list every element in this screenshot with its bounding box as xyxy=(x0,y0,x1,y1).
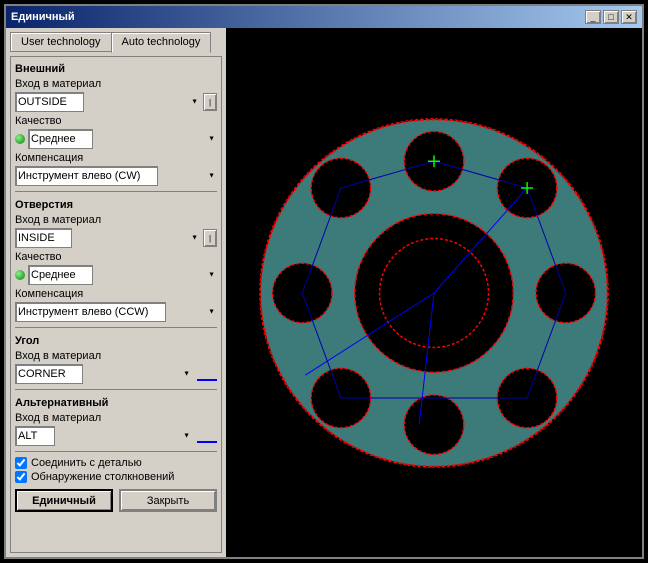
divider-4 xyxy=(15,451,217,452)
collision-checkbox[interactable] xyxy=(15,471,27,483)
holes-quality-indicator xyxy=(15,270,25,280)
holes-entry-label: Вход в материал xyxy=(15,214,217,226)
window-title: Единичный xyxy=(11,11,75,23)
holes-compensation-label: Компенсация xyxy=(15,288,217,300)
corner-line-indicator xyxy=(197,367,217,381)
alt-entry-label: Вход в материал xyxy=(15,412,217,424)
holes-entry-row: INSIDE | xyxy=(15,228,217,248)
external-entry-dropdown[interactable]: OUTSIDE xyxy=(15,92,84,112)
holes-quality-wrapper: Среднее xyxy=(28,265,217,285)
maximize-button[interactable]: □ xyxy=(603,10,619,24)
external-quality-dropdown[interactable]: Среднее xyxy=(28,129,93,149)
external-entry-wrapper: OUTSIDE xyxy=(15,92,200,112)
corner-header: Угол xyxy=(15,335,217,347)
external-quality-label: Качество xyxy=(15,115,217,127)
holes-entry-dropdown[interactable]: INSIDE xyxy=(15,228,72,248)
close-button[interactable]: Закрыть xyxy=(119,489,217,512)
panel-content: Внешний Вход в материал OUTSIDE | Качест… xyxy=(10,56,222,553)
external-compensation-dropdown[interactable]: Инструмент влево (CW) xyxy=(15,166,158,186)
tab-user-technology[interactable]: User technology xyxy=(10,32,111,52)
holes-entry-side-btn[interactable]: | xyxy=(203,229,217,247)
external-quality-row: Среднее xyxy=(15,129,217,149)
holes-compensation-row: Инструмент влево (CCW) xyxy=(15,302,217,322)
external-compensation-wrapper: Инструмент влево (CW) xyxy=(15,166,217,186)
alt-header: Альтернативный xyxy=(15,397,217,409)
holes-quality-dropdown[interactable]: Среднее xyxy=(28,265,93,285)
external-entry-label: Вход в материал xyxy=(15,78,217,90)
left-panel: User technology Auto technology Внешний … xyxy=(6,28,226,557)
alt-entry-row: ALT xyxy=(15,426,217,446)
primary-button[interactable]: Единичный xyxy=(15,489,113,512)
corner-entry-wrapper: CORNER xyxy=(15,364,192,384)
divider-2 xyxy=(15,327,217,328)
alt-entry-dropdown[interactable]: ALT xyxy=(15,426,55,446)
external-header: Внешний xyxy=(15,63,217,75)
content-area: User technology Auto technology Внешний … xyxy=(6,28,642,557)
holes-compensation-dropdown[interactable]: Инструмент влево (CCW) xyxy=(15,302,166,322)
connect-label: Соединить с деталью xyxy=(31,457,142,469)
holes-quality-row: Среднее xyxy=(15,265,217,285)
tab-bar: User technology Auto technology xyxy=(10,32,222,52)
button-row: Единичный Закрыть xyxy=(15,489,217,512)
external-compensation-row: Инструмент влево (CW) xyxy=(15,166,217,186)
tab-auto-technology[interactable]: Auto technology xyxy=(111,32,212,53)
corner-entry-label: Вход в материал xyxy=(15,350,217,362)
collision-label: Обнаружение столкновений xyxy=(31,471,174,483)
holes-entry-wrapper: INSIDE xyxy=(15,228,200,248)
close-button[interactable]: ✕ xyxy=(621,10,637,24)
divider-3 xyxy=(15,389,217,390)
divider-1 xyxy=(15,191,217,192)
minimize-button[interactable]: _ xyxy=(585,10,601,24)
external-entry-row: OUTSIDE | xyxy=(15,92,217,112)
holes-quality-label: Качество xyxy=(15,251,217,263)
external-quality-wrapper: Среднее xyxy=(28,129,217,149)
collision-checkbox-row: Обнаружение столкновений xyxy=(15,471,217,483)
alt-line-indicator xyxy=(197,429,217,443)
external-quality-indicator xyxy=(15,134,25,144)
external-entry-side-btn[interactable]: | xyxy=(203,93,217,111)
connect-checkbox[interactable] xyxy=(15,457,27,469)
title-bar: Единичный _ □ ✕ xyxy=(6,6,642,28)
corner-entry-row: CORNER xyxy=(15,364,217,384)
connect-checkbox-row: Соединить с деталью xyxy=(15,457,217,469)
right-panel xyxy=(226,28,642,557)
holes-header: Отверстия xyxy=(15,199,217,211)
corner-entry-dropdown[interactable]: CORNER xyxy=(15,364,83,384)
alt-entry-wrapper: ALT xyxy=(15,426,192,446)
holes-compensation-wrapper: Инструмент влево (CCW) xyxy=(15,302,217,322)
window-controls: _ □ ✕ xyxy=(585,10,637,24)
main-window: Единичный _ □ ✕ User technology Auto tec… xyxy=(4,4,644,559)
external-compensation-label: Компенсация xyxy=(15,152,217,164)
cad-diagram xyxy=(226,28,642,557)
